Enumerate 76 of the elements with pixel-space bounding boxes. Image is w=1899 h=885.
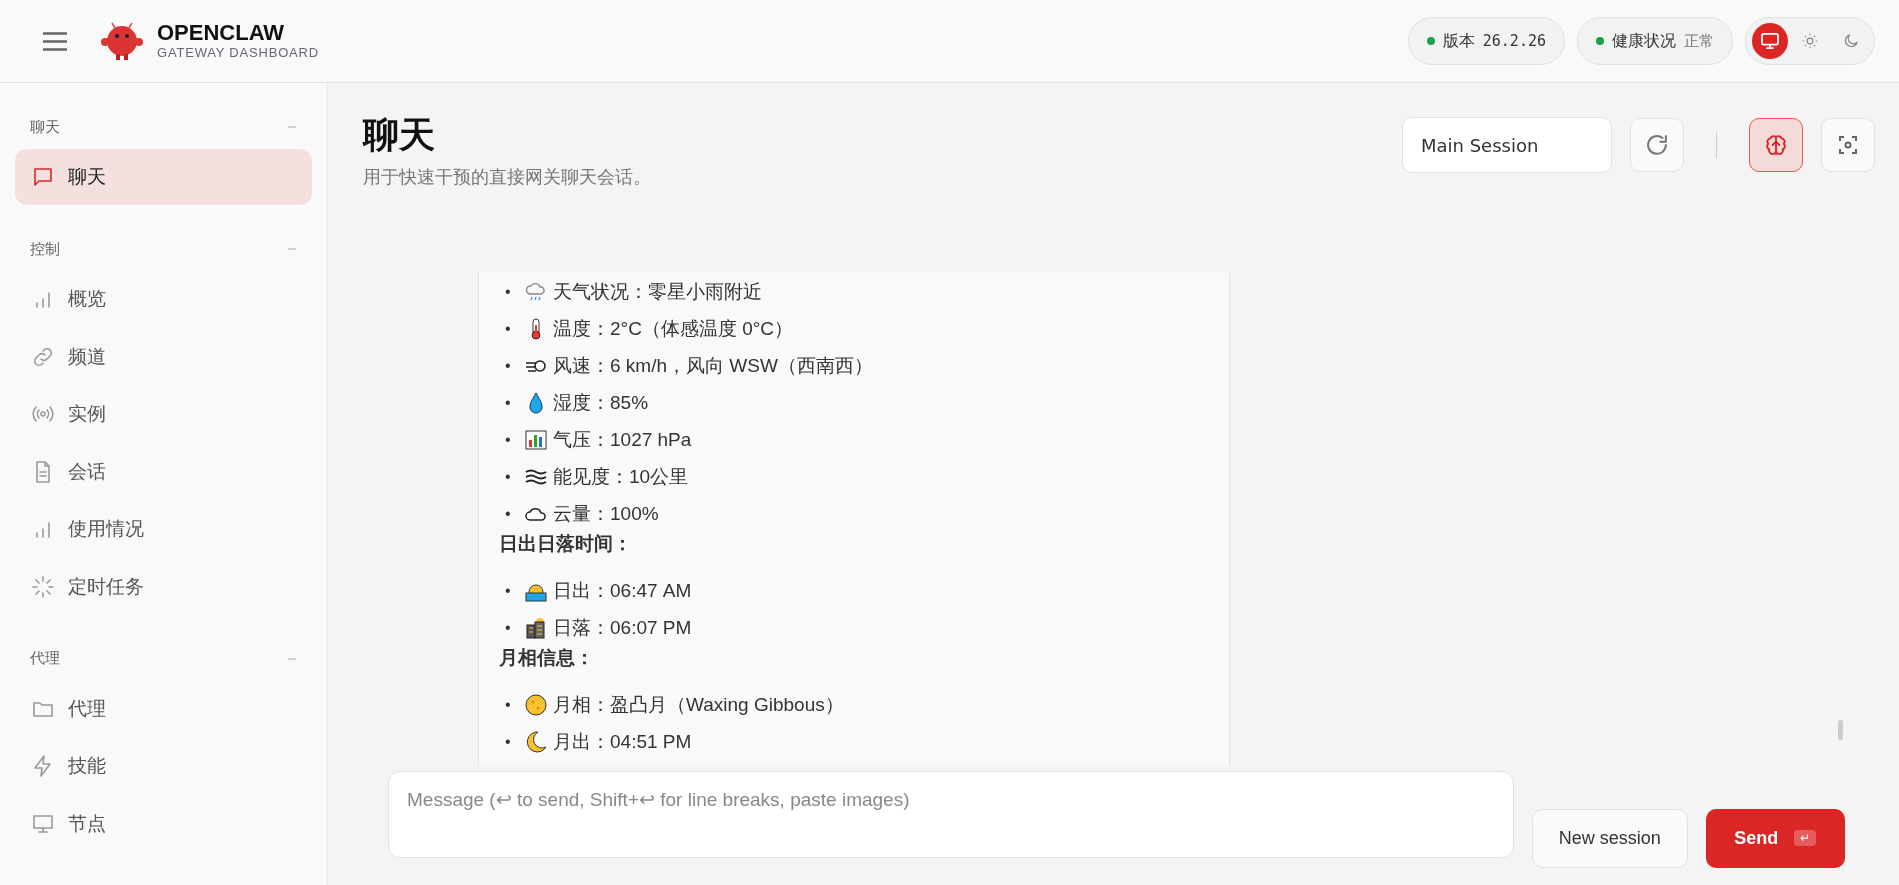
nav-item[interactable]: 技能 [15, 738, 312, 794]
bar-chart-icon [525, 428, 547, 451]
list-item-text: 湿度：85% [553, 390, 649, 415]
moon-icon [1842, 33, 1858, 49]
focus-button[interactable] [1821, 118, 1875, 172]
brain-icon [1766, 135, 1786, 155]
nav-item[interactable]: 使用情况 [15, 501, 312, 557]
bullet: • [505, 319, 512, 338]
refresh-button[interactable] [1630, 118, 1684, 172]
crescent-moon-icon [525, 730, 547, 753]
list-item-text: 日出：06:47 AM [553, 578, 692, 603]
list-item-text: 气压：1027 hPa [553, 427, 692, 452]
broadcast-icon [32, 403, 54, 425]
lightning-icon [32, 755, 54, 777]
menu-icon[interactable] [43, 31, 67, 51]
bullet: • [505, 504, 512, 523]
bullet: • [505, 581, 512, 600]
nav-item[interactable]: 频道 [15, 328, 312, 385]
section-heading: 日出日落时间： [499, 532, 633, 556]
cityscape-icon [525, 616, 547, 639]
nav-item[interactable]: 定时任务 [15, 558, 312, 615]
section-label: 控制 [30, 239, 60, 259]
page-subtitle: 用于快速干预的直接网关聊天会话。 [363, 165, 651, 189]
new-session-button[interactable]: New session [1532, 808, 1688, 868]
full-moon-icon [525, 693, 547, 716]
list-item-text: 温度：2°C（体感温度 0°C） [553, 316, 794, 341]
monitor-icon [32, 812, 54, 835]
nav-item[interactable]: 实例 [15, 386, 312, 442]
nav-item[interactable]: 概览 [15, 271, 312, 327]
list-item-text: 能见度：10公里 [553, 464, 689, 489]
section-label: 聊天 [30, 117, 60, 137]
chat-bubble-icon [32, 166, 54, 188]
monitor-icon [1761, 33, 1779, 49]
loader-icon [32, 575, 54, 598]
mascot-logo [101, 22, 143, 60]
nav-item[interactable]: 代理 [15, 680, 312, 737]
sun-icon [1802, 33, 1818, 49]
link-icon [32, 345, 54, 368]
brand-subtitle: GATEWAY DASHBOARD [157, 45, 319, 61]
bullet: • [505, 618, 512, 637]
brain-button[interactable] [1749, 118, 1803, 172]
refresh-icon [1647, 135, 1667, 155]
bullet: • [505, 393, 512, 412]
brand-name: OPENCLAW [157, 21, 286, 45]
list-item-text: 日落：06:07 PM [553, 615, 692, 640]
health-label: 健康状况 [1612, 30, 1676, 52]
list-item-text: 月出：04:51 PM [553, 729, 692, 754]
page-title: 聊天 [363, 113, 436, 157]
section-heading: 月相信息： [499, 646, 595, 670]
bullet: • [505, 695, 512, 714]
system-theme-button[interactable] [1752, 23, 1788, 59]
status-dot [1596, 37, 1604, 45]
nav-item[interactable]: 聊天 [15, 149, 312, 205]
health-value: 正常 [1684, 31, 1714, 51]
enter-key-hint: ↵ [1794, 830, 1817, 846]
list-item-text: 风速：6 km/h，风向 WSW（西南西） [553, 353, 873, 378]
bullet: • [505, 467, 512, 486]
bullet: • [505, 430, 512, 449]
nav-item[interactable]: 会话 [15, 443, 312, 500]
send-button[interactable]: Send ↵ [1705, 808, 1845, 868]
list-item-text: 月相：盈凸月（Waxing Gibbous） [553, 692, 844, 717]
scrollbar-thumb[interactable] [1838, 720, 1843, 740]
section-label: 代理 [30, 649, 60, 668]
list-item-text: 云量：100% [553, 501, 659, 526]
nav-item[interactable]: 节点 [15, 795, 312, 852]
bullet: • [505, 356, 512, 375]
message-input[interactable]: Message (↩ to send, Shift+↩ for line breaks, paste images) [388, 771, 1515, 858]
rain-cloud-icon [525, 280, 547, 303]
focus-icon [1839, 136, 1857, 154]
bullet: • [505, 732, 512, 751]
bullet: • [505, 282, 512, 301]
status-dot [1426, 37, 1435, 45]
session-select[interactable]: Main Session [1402, 117, 1612, 173]
version-label: 版本 [1442, 30, 1475, 52]
version-value: 26.2.26 [1482, 32, 1546, 50]
list-item-text: 天气状况：零星小雨附近 [553, 279, 762, 304]
